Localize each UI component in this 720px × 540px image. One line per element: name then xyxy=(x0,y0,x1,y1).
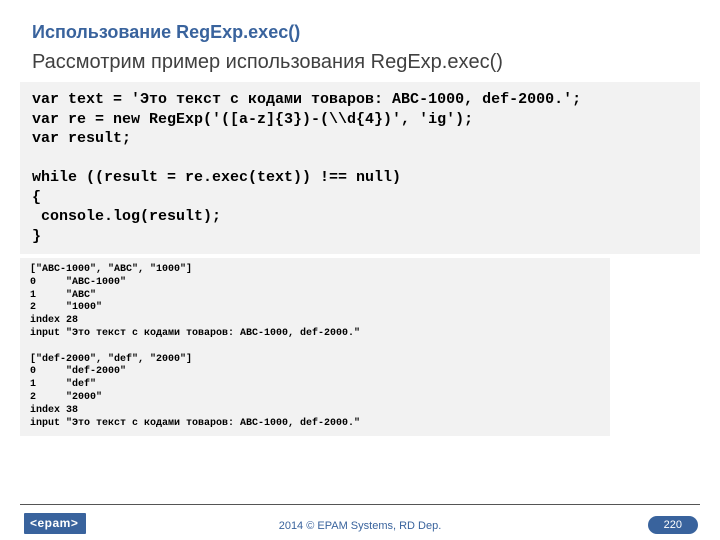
slide: Использование RegExp.exec() Рассмотрим п… xyxy=(0,0,720,540)
output-block: ["ABC-1000", "ABC", "1000"] 0 "ABC-1000"… xyxy=(20,258,610,436)
page-number: 220 xyxy=(648,516,698,534)
footer: <epam> 2014 © EPAM Systems, RD Dep. 220 xyxy=(0,504,720,540)
slide-title: Использование RegExp.exec() xyxy=(0,0,720,51)
code-block: var text = 'Это текст с кодами товаров: … xyxy=(20,82,700,254)
slide-subtitle: Рассмотрим пример использования RegExp.e… xyxy=(0,51,720,82)
footer-divider xyxy=(20,504,700,505)
copyright-text: 2014 © EPAM Systems, RD Dep. xyxy=(0,520,720,532)
